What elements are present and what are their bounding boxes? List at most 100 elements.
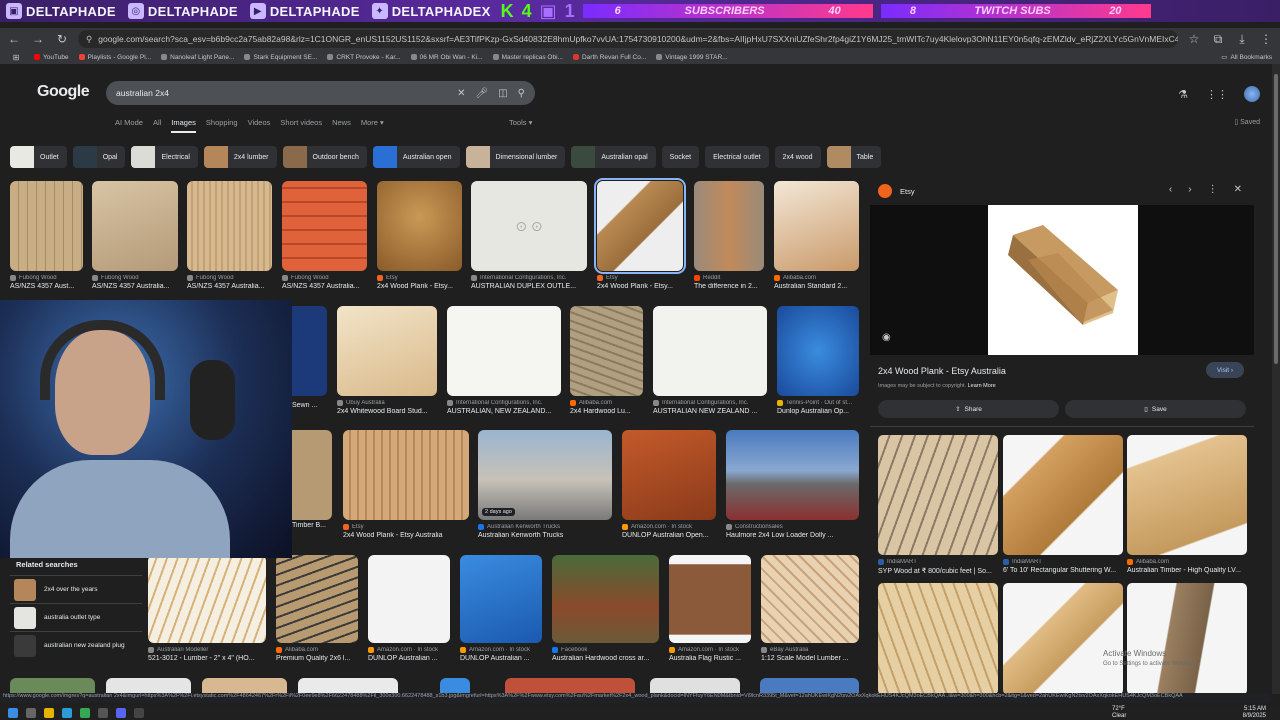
microphone <box>190 360 235 440</box>
files-icon[interactable] <box>44 708 54 718</box>
result-tile[interactable]: International Configurations, Inc. AUSTR… <box>447 306 561 415</box>
result-tile[interactable] <box>10 678 95 694</box>
more-options-icon[interactable]: ⋮ <box>1208 184 1218 195</box>
apps-grid-icon[interactable]: ⋮⋮ <box>1206 87 1228 101</box>
result-tile[interactable]: Amazon.com · In stock DUNLOP Australian … <box>460 555 542 662</box>
discord-icon[interactable] <box>116 708 126 718</box>
result-tile[interactable]: Fubong Wood AS/NZS 4357 Australia... <box>282 181 367 290</box>
search-taskbar-icon[interactable] <box>26 708 36 718</box>
result-tile[interactable] <box>760 678 859 694</box>
result-tile[interactable] <box>440 678 470 694</box>
related-item[interactable]: australia outlet type <box>10 603 142 631</box>
result-tile[interactable]: Etsy 2x4 Wood Plank - Etsy Australia <box>343 430 469 539</box>
related-image-tile[interactable]: Alibaba.com Australian Timber - High Qua… <box>1127 435 1247 574</box>
result-tile[interactable]: ⊙ ⊙ International Configurations, Inc. A… <box>471 181 587 290</box>
lens-icon[interactable]: ◉ <box>882 332 891 343</box>
result-tile[interactable]: Fubong Wood AS/NZS 4357 Australia... <box>187 181 272 290</box>
related-item[interactable]: 2x4 over the years <box>10 575 142 603</box>
learn-more-link[interactable]: Learn More <box>968 383 996 389</box>
result-tile[interactable]: Fubong Wood AS/NZS 4357 Australia... <box>92 181 178 290</box>
twitch-subs-goal: 8 TWITCH SUBS 20 <box>880 4 1151 18</box>
menu-icon[interactable]: ⋮ <box>1258 31 1274 47</box>
result-tile[interactable]: eBay Australia 1:12 Scale Model Lumber .… <box>761 555 859 662</box>
weather-widget[interactable]: 72°F Clear <box>1112 706 1126 720</box>
app-icon[interactable] <box>134 708 144 718</box>
result-tile[interactable]: Timber B... <box>292 430 332 529</box>
system-clock[interactable]: 5:15 AM 8/9/2025 <box>1243 706 1266 720</box>
result-tile[interactable]: Australian Modeller 521-3012 - Lumber - … <box>148 555 266 662</box>
related-item[interactable]: australian new zealand plug <box>10 631 142 659</box>
time-badge: 2 days ago <box>482 508 515 516</box>
related-searches: Related searches 2x4 over the years aust… <box>10 560 142 659</box>
app-icon[interactable] <box>98 708 108 718</box>
bookmark-icon: ▯ <box>1144 406 1148 413</box>
related-image-tile[interactable] <box>878 583 998 695</box>
result-tile[interactable] <box>202 678 287 694</box>
result-tile[interactable]: Sewn ... <box>292 306 327 409</box>
download-icon[interactable]: ⤓ <box>1234 31 1250 47</box>
result-tile[interactable]: Amazon.com · In stock Australia Flag Rus… <box>669 555 751 662</box>
bookmark-icon: ▯ <box>1234 119 1239 126</box>
scrollbar-thumb[interactable] <box>1274 74 1278 364</box>
page-scrollbar[interactable] <box>1272 64 1280 694</box>
related-heading: Related searches <box>16 560 78 569</box>
avatar[interactable] <box>1244 86 1260 102</box>
result-tile[interactable]: Constructionsales Haulmore 2x4 Low Loade… <box>726 430 859 539</box>
result-tile[interactable]: Ubuy Australia 2x4 Whitewood Board Stud.… <box>337 306 437 415</box>
outlet-icon: ⊙ ⊙ <box>515 217 543 234</box>
result-tile[interactable] <box>298 678 398 694</box>
saved-link[interactable]: ▯ Saved <box>1234 118 1260 126</box>
panel-title[interactable]: 2x4 Wood Plank - Etsy Australia <box>878 366 1006 376</box>
result-tile[interactable]: 2 days ago Australian Kenworth Trucks Au… <box>478 430 612 539</box>
panel-divider <box>870 426 1254 427</box>
chevron-right-icon: › <box>1230 366 1234 374</box>
status-bar-url: https://www.google.com/imgres?q=australi… <box>0 693 1270 703</box>
result-tile[interactable]: Reddit The difference in 2... <box>694 181 764 290</box>
streamer-shirt <box>10 460 230 558</box>
result-tile[interactable] <box>505 678 635 694</box>
headphones <box>40 320 165 400</box>
image-preview-panel: Etsy ‹ › ⋮ ✕ ◉ 2x4 Wood Plank - Etsy Aus… <box>870 178 1254 698</box>
close-icon[interactable]: ✕ <box>1234 184 1242 195</box>
preview-image[interactable] <box>988 205 1138 355</box>
all-bookmarks[interactable]: ▭ All Bookmarks <box>1221 53 1272 62</box>
preview-image-area: ◉ <box>870 205 1254 355</box>
related-image-tile[interactable]: IndiaMART SYP Wood at ₹ 800/cubic feet |… <box>878 435 998 575</box>
result-tile[interactable] <box>650 678 740 694</box>
bookmark-star-icon[interactable]: ☆ <box>1186 31 1202 47</box>
copyright-note: Images may be subject to copyright. Lear… <box>878 383 996 389</box>
result-tile[interactable]: Tennis-Point · Out of st... Dunlop Austr… <box>777 306 859 415</box>
etsy-icon <box>878 184 892 198</box>
related-image-tile[interactable]: IndiaMART 6' To 10' Rectangular Shutteri… <box>1003 435 1123 574</box>
folder-icon: ▭ <box>1221 54 1228 61</box>
result-tile[interactable]: Etsy 2x4 Wood Plank - Etsy... <box>377 181 462 290</box>
share-button[interactable]: ⇧ Share <box>878 400 1059 418</box>
result-tile[interactable]: Alibaba.com 2x4 Hardwood Lu... <box>570 306 643 415</box>
related-image-tile[interactable] <box>1127 583 1247 695</box>
previous-icon[interactable]: ‹ <box>1169 184 1172 195</box>
result-tile[interactable]: Amazon.com · In stock DUNLOP Australian … <box>622 430 716 539</box>
result-tile[interactable]: Alibaba.com Premium Quality 2x6 l... <box>276 555 358 662</box>
result-tile[interactable]: International Configurations, Inc. AUSTR… <box>653 306 767 415</box>
result-tile[interactable]: Facebook Australian Hardwood cross ar... <box>552 555 659 662</box>
result-tile[interactable]: Fubong Wood AS/NZS 4357 Aust... <box>10 181 83 290</box>
next-icon[interactable]: › <box>1188 184 1191 195</box>
save-button[interactable]: ▯ Save <box>1065 400 1246 418</box>
webcam-overlay <box>0 300 292 558</box>
panel-controls: ‹ › ⋮ ✕ <box>1169 184 1242 195</box>
result-tile[interactable]: Alibaba.com Australian Standard 2... <box>774 181 859 290</box>
chrome-icon[interactable] <box>80 708 90 718</box>
result-tile[interactable]: Amazon.com · In stock DUNLOP Australian … <box>368 555 450 662</box>
visit-button[interactable]: Visit › <box>1206 362 1244 378</box>
labs-icon[interactable]: ⚗ <box>1176 87 1190 101</box>
wood-plank-image <box>1008 225 1118 325</box>
app-icon[interactable] <box>62 708 72 718</box>
start-icon[interactable] <box>8 708 18 718</box>
result-tile-selected[interactable]: Etsy 2x4 Wood Plank - Etsy... <box>594 178 686 290</box>
related-image-tile[interactable] <box>1003 583 1123 695</box>
panel-source[interactable]: Etsy <box>878 184 915 198</box>
header-actions: ⚗ ⋮⋮ <box>1176 86 1260 102</box>
result-tile[interactable] <box>106 678 191 694</box>
extensions-icon[interactable]: ⧉ <box>1210 31 1226 47</box>
share-icon: ⇧ <box>955 406 961 413</box>
